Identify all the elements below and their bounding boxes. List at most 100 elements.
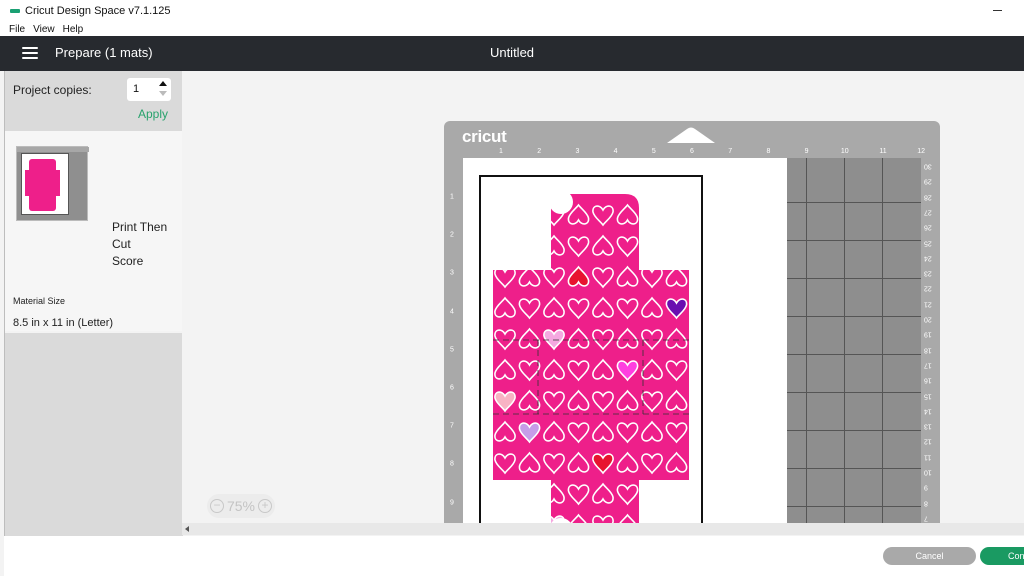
ruler-right-tick: 11 [924, 453, 932, 461]
sidebar-empty-area [5, 333, 183, 536]
grid-line [787, 354, 921, 355]
zoom-out-button[interactable]: − [210, 499, 224, 513]
grid-line [787, 392, 921, 393]
menu-help[interactable]: Help [63, 24, 84, 35]
footer-bar: Cancel Continue [4, 536, 1024, 576]
heart-pattern-icon [494, 482, 516, 504]
ruler-left-tick: 9 [450, 499, 454, 507]
heart-pattern-icon [494, 515, 516, 523]
ruler-left-tick: 7 [450, 422, 454, 430]
ruler-right-tick: 23 [924, 269, 932, 277]
ruler-right-tick: 13 [924, 422, 932, 430]
grid-line [787, 202, 921, 203]
ruler-right: 30 29 28 27 26 25 24 23 22 21 20 19 18 17 16 15 14 13 12 11… [921, 158, 940, 523]
ruler-top-tick: 3 [575, 148, 580, 155]
window-title: Cricut Design Space v7.1.125 [25, 5, 171, 17]
grid-line [787, 468, 921, 469]
increment-arrow-icon[interactable] [159, 81, 167, 86]
ruler-top-tick: 9 [804, 148, 809, 155]
project-copies-value: 1 [133, 83, 140, 95]
decrement-arrow-icon[interactable] [159, 91, 167, 96]
heart-pattern-icon [665, 236, 688, 258]
punch-hole [549, 190, 573, 214]
operation-print-then: Print Then [112, 220, 168, 234]
project-copies-input[interactable]: 1 [127, 78, 171, 101]
ruler-left-tick: 4 [450, 308, 454, 316]
grid-line [787, 506, 921, 507]
cricut-logo: cricut [462, 127, 507, 146]
ruler-top-tick: 7 [728, 148, 733, 155]
minimize-button[interactable] [993, 10, 1002, 11]
ruler-right-tick: 15 [924, 392, 932, 399]
ruler-right-tick: 26 [924, 223, 932, 231]
grid-line [787, 430, 921, 431]
ruler-right-tick: 18 [924, 346, 932, 354]
document-title: Untitled [489, 45, 535, 60]
ruler-right-tick: 24 [924, 254, 932, 262]
grid-line [787, 278, 921, 279]
window-titlebar: Cricut Design Space v7.1.125 [0, 0, 1024, 22]
ruler-top-tick: 12 [917, 148, 926, 155]
ruler-right-tick: 7 [924, 514, 928, 522]
ruler-right-tick: 16 [924, 376, 932, 384]
app-header: Prepare (1 mats) Untitled [0, 36, 1024, 71]
mat-preview-canvas: cricut 1 2 3 4 5 6 7 8 9 10 11 12 123456789 30 29 28 2… [182, 71, 1024, 523]
ruler-right-tick: 9 [924, 483, 928, 491]
grid-line [787, 240, 921, 241]
ruler-left-tick: 8 [450, 460, 454, 468]
ruler-top-tick: 5 [651, 148, 656, 155]
material-size-value[interactable]: 8.5 in x 11 in (Letter) [13, 317, 113, 329]
menu-view[interactable]: View [33, 24, 55, 35]
menu-file[interactable]: File [9, 24, 25, 35]
heart-pattern-icon [641, 234, 663, 256]
ruler-right-tick: 10 [924, 468, 932, 476]
heart-pattern-icon [641, 515, 663, 523]
ruler-right-tick: 30 [924, 162, 932, 170]
ruler-right-tick: 19 [924, 330, 932, 338]
ruler-right-tick: 25 [924, 239, 932, 246]
ruler-right-tick: 21 [924, 300, 932, 308]
mat-thumbnail[interactable] [16, 146, 89, 221]
ruler-top-tick: 4 [613, 148, 618, 155]
heart-pattern-icon [518, 513, 541, 523]
heart-pattern-icon [641, 205, 663, 227]
mat-card[interactable]: Print Then Cut Score Material Size 8.5 i… [5, 131, 183, 377]
project-copies-label: Project copies: [13, 83, 92, 97]
heart-pattern-icon [641, 482, 663, 504]
ruler-right-tick: 12 [924, 437, 932, 445]
ruler-right-tick: 14 [924, 407, 932, 415]
ruler-top: 1 2 3 4 5 6 7 8 9 10 11 12 [463, 148, 925, 158]
operation-score: Score [112, 254, 144, 268]
box-design-image[interactable] [493, 190, 689, 523]
cancel-button[interactable]: Cancel [883, 547, 976, 565]
cutting-mat: cricut 1 2 3 4 5 6 7 8 9 10 11 12 123456789 30 29 28 2… [444, 121, 940, 523]
mat-grid-area [787, 158, 921, 523]
ruler-top-tick: 6 [690, 148, 694, 155]
menu-bar: File View Help [0, 22, 1024, 36]
ruler-left-tick: 1 [450, 193, 454, 201]
app-logo-icon [10, 9, 20, 13]
heart-pattern-icon [665, 203, 688, 225]
ruler-top-tick: 8 [766, 148, 771, 155]
ruler-top-tick: 11 [879, 148, 887, 155]
ruler-right-tick: 28 [924, 193, 932, 201]
horizontal-scrollbar[interactable] [182, 523, 1024, 535]
ruler-right-tick: 22 [924, 284, 932, 292]
ruler-top-tick: 1 [499, 148, 503, 155]
zoom-in-button[interactable]: + [258, 499, 272, 513]
continue-button[interactable]: Continue [980, 547, 1024, 565]
heart-pattern-icon [494, 234, 516, 256]
heart-pattern-icon [665, 484, 688, 506]
material-size-label: Material Size [13, 296, 66, 306]
apply-button[interactable]: Apply [138, 107, 168, 121]
mat-operation: Print Then Cut Score [112, 219, 167, 270]
heart-pattern-icon [665, 513, 688, 523]
scroll-left-arrow-icon[interactable] [185, 526, 189, 532]
ruler-left-tick: 3 [450, 269, 454, 277]
operation-cut: Cut [112, 237, 131, 251]
ruler-left-tick: 5 [450, 346, 454, 354]
heart-pattern-icon [518, 203, 541, 225]
ruler-top-tick: 2 [537, 148, 542, 155]
ruler-right-tick: 17 [924, 361, 932, 369]
mat-sidebar: Project copies: 1 Apply Print Then Cut S… [4, 71, 183, 536]
